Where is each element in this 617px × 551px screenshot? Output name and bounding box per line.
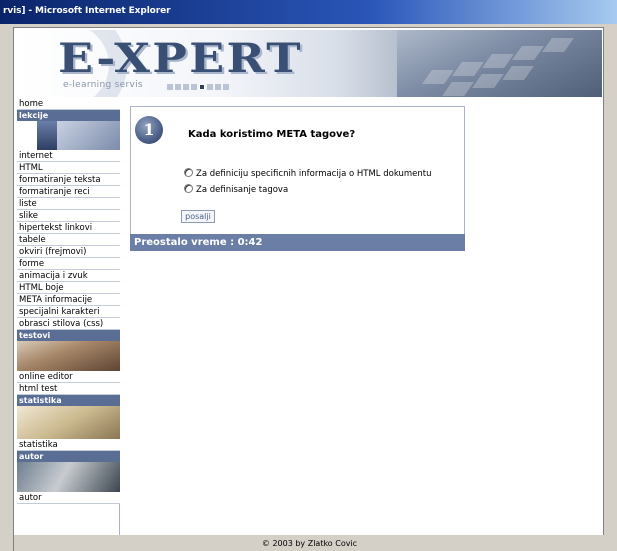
submit-button[interactable]: posalji [181,210,215,223]
statistika-photo [17,406,120,439]
section-header-statistika: statistika [17,395,120,406]
sidebar-item-liste[interactable]: liste [17,198,120,210]
banner: E-XPERT e-learning servis [17,30,602,97]
sidebar-item-internet[interactable]: internet [17,150,120,162]
sidebar: home lekcije internet HTML formatiranje … [17,98,120,547]
sidebar-item-tabele[interactable]: tabele [17,234,120,246]
sidebar-item-forme[interactable]: forme [17,258,120,270]
lekcije-photo [17,121,120,150]
answer-option-label: Za definiciju specificnih informacija o … [196,169,432,179]
sidebar-item-autor[interactable]: autor [17,492,120,504]
sidebar-item-okviri[interactable]: okviri (frejmovi) [17,246,120,258]
question-box: 1 Kada koristimo META tagove? Za definic… [130,106,465,240]
logo-dots [167,84,231,91]
section-header-autor: autor [17,451,120,462]
sidebar-item-formatiranje-reci[interactable]: formatiranje reci [17,186,120,198]
sidebar-item-formatiranje-teksta[interactable]: formatiranje teksta [17,174,120,186]
section-header-lekcije: lekcije [17,110,120,121]
sidebar-item-slike[interactable]: slike [17,210,120,222]
sidebar-item-meta-informacije[interactable]: META informacije [17,294,120,306]
site-subtitle: e-learning servis [63,80,143,90]
remaining-time: Preostalo vreme : 0:42 [130,234,465,251]
answer-option-label: Za definisanje tagova [196,185,289,195]
autor-photo [17,462,120,492]
sidebar-item-html-boje[interactable]: HTML boje [17,282,120,294]
sidebar-item-online-editor[interactable]: online editor [17,371,120,383]
sidebar-item-hipertekst-linkovi[interactable]: hipertekst linkovi [17,222,120,234]
sidebar-item-home[interactable]: home [17,98,120,110]
banner-keyboard-image [397,30,602,97]
radio-button[interactable] [184,184,193,193]
sidebar-item-html-test[interactable]: html test [17,383,120,395]
answer-option[interactable]: Za definiciju specificnih informacija o … [184,168,432,180]
sidebar-item-html[interactable]: HTML [17,162,120,174]
window-title: rvis] - Microsoft Internet Explorer [3,6,171,16]
sidebar-item-obrasci-stilova[interactable]: obrasci stilova (css) [17,318,120,330]
radio-button[interactable] [184,168,193,177]
section-header-testovi: testovi [17,330,120,341]
question-text: Kada koristimo META tagove? [188,129,356,140]
site-logo: E-XPERT [58,35,303,82]
answer-option[interactable]: Za definisanje tagova [184,184,288,196]
sidebar-item-animacija-i-zvuk[interactable]: animacija i zvuk [17,270,120,282]
testovi-photo [17,341,120,371]
browser-frame: E-XPERT e-learning servis home lekcije i… [0,24,617,551]
sidebar-item-specijalni-karakteri[interactable]: specijalni karakteri [17,306,120,318]
window-title-bar[interactable]: rvis] - Microsoft Internet Explorer [0,0,617,24]
sidebar-item-statistika[interactable]: statistika [17,439,120,451]
page: E-XPERT e-learning servis home lekcije i… [13,27,605,551]
footer-copyright: © 2003 by Zlatko Covic [14,535,605,551]
quiz-panel: 1 Kada koristimo META tagove? Za definic… [130,106,465,252]
question-number-icon: 1 [135,116,163,144]
